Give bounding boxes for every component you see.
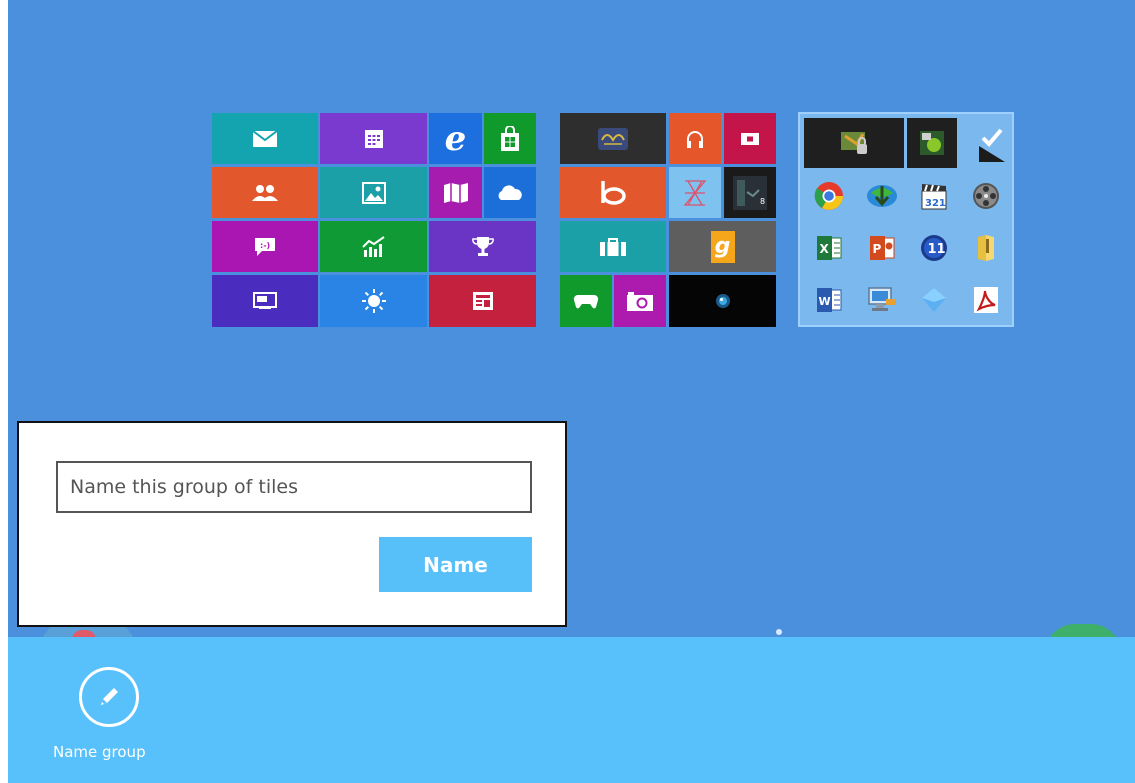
ie-icon: e xyxy=(444,118,467,159)
tile-win8-app[interactable]: 8 xyxy=(724,167,776,218)
security-icon xyxy=(841,132,867,154)
tile-remote-desktop[interactable] xyxy=(857,275,907,325)
tile-media-player-classic[interactable]: 321 xyxy=(909,171,959,221)
tile-network-app[interactable] xyxy=(909,275,959,325)
group-name-input[interactable] xyxy=(56,461,532,513)
tile-goodreads[interactable]: g xyxy=(669,221,776,272)
headphones-icon xyxy=(687,130,703,148)
svg-text:P: P xyxy=(873,242,882,256)
tile-xbox-games[interactable] xyxy=(560,275,612,327)
media-orb-icon xyxy=(715,294,730,308)
suitcase-icon xyxy=(600,237,626,256)
tile-winamp[interactable]: 11 xyxy=(909,223,959,273)
word-icon: W xyxy=(817,288,842,312)
finance-icon xyxy=(361,235,385,257)
tile-news[interactable] xyxy=(429,275,536,327)
excel-icon: X xyxy=(817,236,842,260)
tile-store[interactable] xyxy=(484,113,536,164)
tile-mail[interactable] xyxy=(212,113,318,164)
tile-music[interactable] xyxy=(669,113,721,164)
tile-messaging[interactable]: :-) xyxy=(212,221,318,272)
svg-text::-): :-) xyxy=(260,241,270,250)
tile-sports[interactable] xyxy=(429,221,536,272)
tile-security-app[interactable] xyxy=(804,118,904,168)
sun-icon xyxy=(361,289,386,313)
photos-icon xyxy=(361,181,386,204)
maps-icon xyxy=(443,182,468,203)
news-icon xyxy=(472,292,493,310)
cloud-icon xyxy=(498,184,522,200)
screen-edge xyxy=(0,0,8,783)
tile-chrome[interactable] xyxy=(804,171,854,221)
tile-reel-media[interactable] xyxy=(961,171,1011,221)
svg-text:11: 11 xyxy=(928,242,946,257)
tile-zune[interactable] xyxy=(669,167,721,218)
video-icon xyxy=(741,132,759,145)
mail-icon xyxy=(252,129,278,147)
film-reel-icon xyxy=(973,183,999,209)
name-group-command[interactable]: Name group xyxy=(46,661,176,771)
tile-photos[interactable] xyxy=(320,167,427,218)
goodreads-icon: g xyxy=(710,230,735,263)
tile-powerpoint[interactable]: P xyxy=(857,223,907,273)
tile-media-app[interactable] xyxy=(669,275,776,327)
tile-desktop[interactable] xyxy=(212,275,318,327)
tile-finance[interactable] xyxy=(320,221,427,272)
network-icon xyxy=(922,288,946,312)
clapper-icon: 321 xyxy=(921,184,947,210)
tile-folder[interactable] xyxy=(961,223,1011,273)
tile-internet-explorer[interactable]: e xyxy=(429,113,482,164)
tile-checked[interactable] xyxy=(960,118,1010,168)
bing-icon xyxy=(601,180,626,205)
desktop-icon xyxy=(253,292,277,309)
camera-icon xyxy=(627,292,653,311)
tile-game-app[interactable] xyxy=(907,118,957,168)
tile-video[interactable] xyxy=(724,113,776,164)
tile-group-3[interactable]: 321 X P 11 W xyxy=(798,112,1014,327)
tile-skydrive[interactable] xyxy=(484,167,536,218)
tile-camera[interactable] xyxy=(614,275,666,327)
name-button[interactable]: Name xyxy=(379,537,532,592)
svg-text:321: 321 xyxy=(925,198,946,209)
tile-travel[interactable] xyxy=(560,221,666,272)
tile-excel[interactable]: X xyxy=(804,223,854,273)
winamp-icon: 11 xyxy=(921,235,947,261)
svg-text:X: X xyxy=(820,242,830,256)
app-bar: Name group xyxy=(8,637,1135,783)
tile-quran[interactable] xyxy=(560,113,666,164)
remote-desktop-icon xyxy=(868,287,896,311)
gamepad-icon xyxy=(573,294,599,309)
hidden-dot xyxy=(776,629,782,635)
tile-word[interactable]: W xyxy=(804,275,854,325)
tile-bing[interactable] xyxy=(560,167,666,218)
checkmark-icon xyxy=(979,128,1005,162)
folder-icon xyxy=(978,235,994,261)
name-group-label: Name group xyxy=(53,743,146,761)
messaging-icon: :-) xyxy=(255,237,275,256)
powerpoint-icon: P xyxy=(870,236,895,260)
people-icon xyxy=(252,184,278,201)
zune-icon xyxy=(683,179,707,206)
quran-icon xyxy=(598,127,628,150)
game-icon xyxy=(920,131,944,155)
svg-text:8: 8 xyxy=(760,197,765,206)
tile-calendar[interactable] xyxy=(320,113,427,164)
tile-adobe-reader[interactable] xyxy=(961,275,1011,325)
tile-maps[interactable] xyxy=(429,167,482,218)
chrome-icon xyxy=(814,182,843,210)
tile-weather[interactable] xyxy=(320,275,427,327)
store-icon xyxy=(501,125,519,151)
adobe-reader-icon xyxy=(974,287,998,313)
pencil-icon xyxy=(79,667,139,727)
download-manager-icon xyxy=(867,185,897,207)
calendar-icon xyxy=(364,129,383,148)
svg-text:W: W xyxy=(819,295,831,308)
trophy-icon xyxy=(471,236,494,256)
win8-icon: 8 xyxy=(733,175,767,210)
tile-people[interactable] xyxy=(212,167,318,218)
tile-idm[interactable] xyxy=(857,171,907,221)
name-group-dialog: Name xyxy=(17,421,567,627)
